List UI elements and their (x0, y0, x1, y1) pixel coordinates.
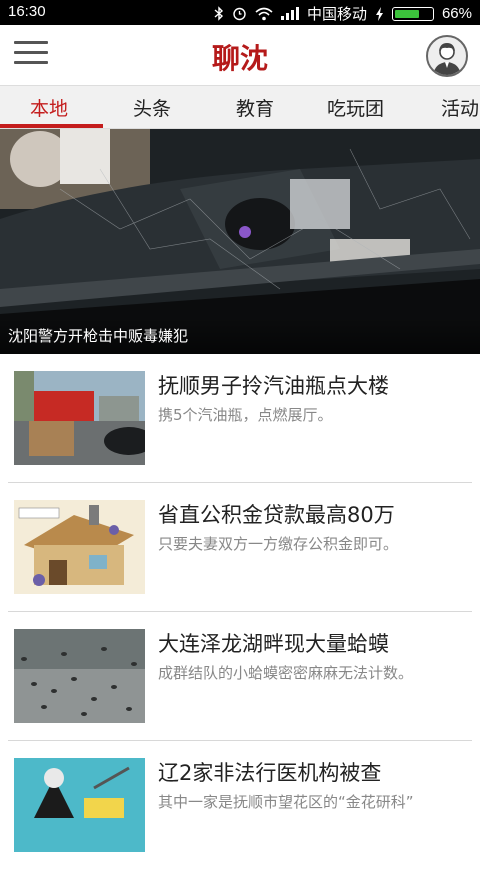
news-title: 抚顺男子拎汽油瓶点大楼 (158, 374, 389, 398)
bluetooth-icon (214, 6, 223, 21)
news-item[interactable]: 大连泽龙湖畔现大量蛤蟆 成群结队的小蛤蟆密密麻麻无法计数。 (0, 612, 480, 740)
app-title: 聊沈 (211, 42, 268, 75)
active-tab-indicator (0, 124, 103, 128)
battery-percent: 66% (441, 5, 472, 22)
news-description: 成群结队的小蛤蟆密密麻麻无法计数。 (158, 664, 414, 682)
charging-icon (375, 6, 383, 21)
tab-education[interactable]: 教育 (236, 94, 274, 121)
hero-caption: 沈阳警方开枪击中贩毒嫌犯 (8, 327, 189, 345)
news-title: 省直公积金贷款最高80万 (158, 503, 395, 527)
tab-headlines[interactable]: 头条 (133, 94, 171, 121)
status-time: 16:30 (8, 3, 46, 20)
news-thumbnail (14, 629, 145, 723)
news-title: 辽2家非法行医机构被查 (158, 761, 382, 785)
signal-icon (280, 7, 299, 20)
hero-news-card[interactable]: 沈阳警方开枪击中贩毒嫌犯 (0, 129, 480, 354)
category-tabs: 本地 头条 教育 吃玩团 活动 (0, 86, 480, 129)
tab-local[interactable]: 本地 (30, 94, 68, 121)
tab-activities[interactable]: 活动 (441, 94, 479, 121)
news-thumbnail (14, 500, 145, 594)
news-description: 携5个汽油瓶，点燃展厅。 (158, 406, 333, 424)
carrier-name: 中国移动 (306, 6, 367, 23)
news-thumbnail (14, 371, 145, 465)
user-avatar-icon[interactable] (426, 35, 468, 77)
news-description: 只要夫妻双方一方缴存公积金即可。 (158, 535, 399, 553)
news-item[interactable]: 辽2家非法行医机构被查 其中一家是抚顺市望花区的“金花研科” (0, 741, 480, 869)
app-header: 聊沈 (0, 25, 480, 86)
news-thumbnail (14, 758, 145, 852)
alarm-icon (233, 7, 246, 21)
tab-food-fun-group[interactable]: 吃玩团 (327, 94, 384, 121)
status-icons: 中国移动 66% (214, 3, 472, 24)
news-item[interactable]: 省直公积金贷款最高80万 只要夫妻双方一方缴存公积金即可。 (0, 483, 480, 611)
wifi-icon (255, 7, 273, 20)
news-title: 大连泽龙湖畔现大量蛤蟆 (158, 632, 389, 656)
news-item[interactable]: 抚顺男子拎汽油瓶点大楼 携5个汽油瓶，点燃展厅。 (0, 354, 480, 482)
news-description: 其中一家是抚顺市望花区的“金花研科” (158, 793, 414, 811)
status-bar: 16:30 中国移动 66% (0, 0, 480, 25)
battery-icon (391, 6, 434, 21)
